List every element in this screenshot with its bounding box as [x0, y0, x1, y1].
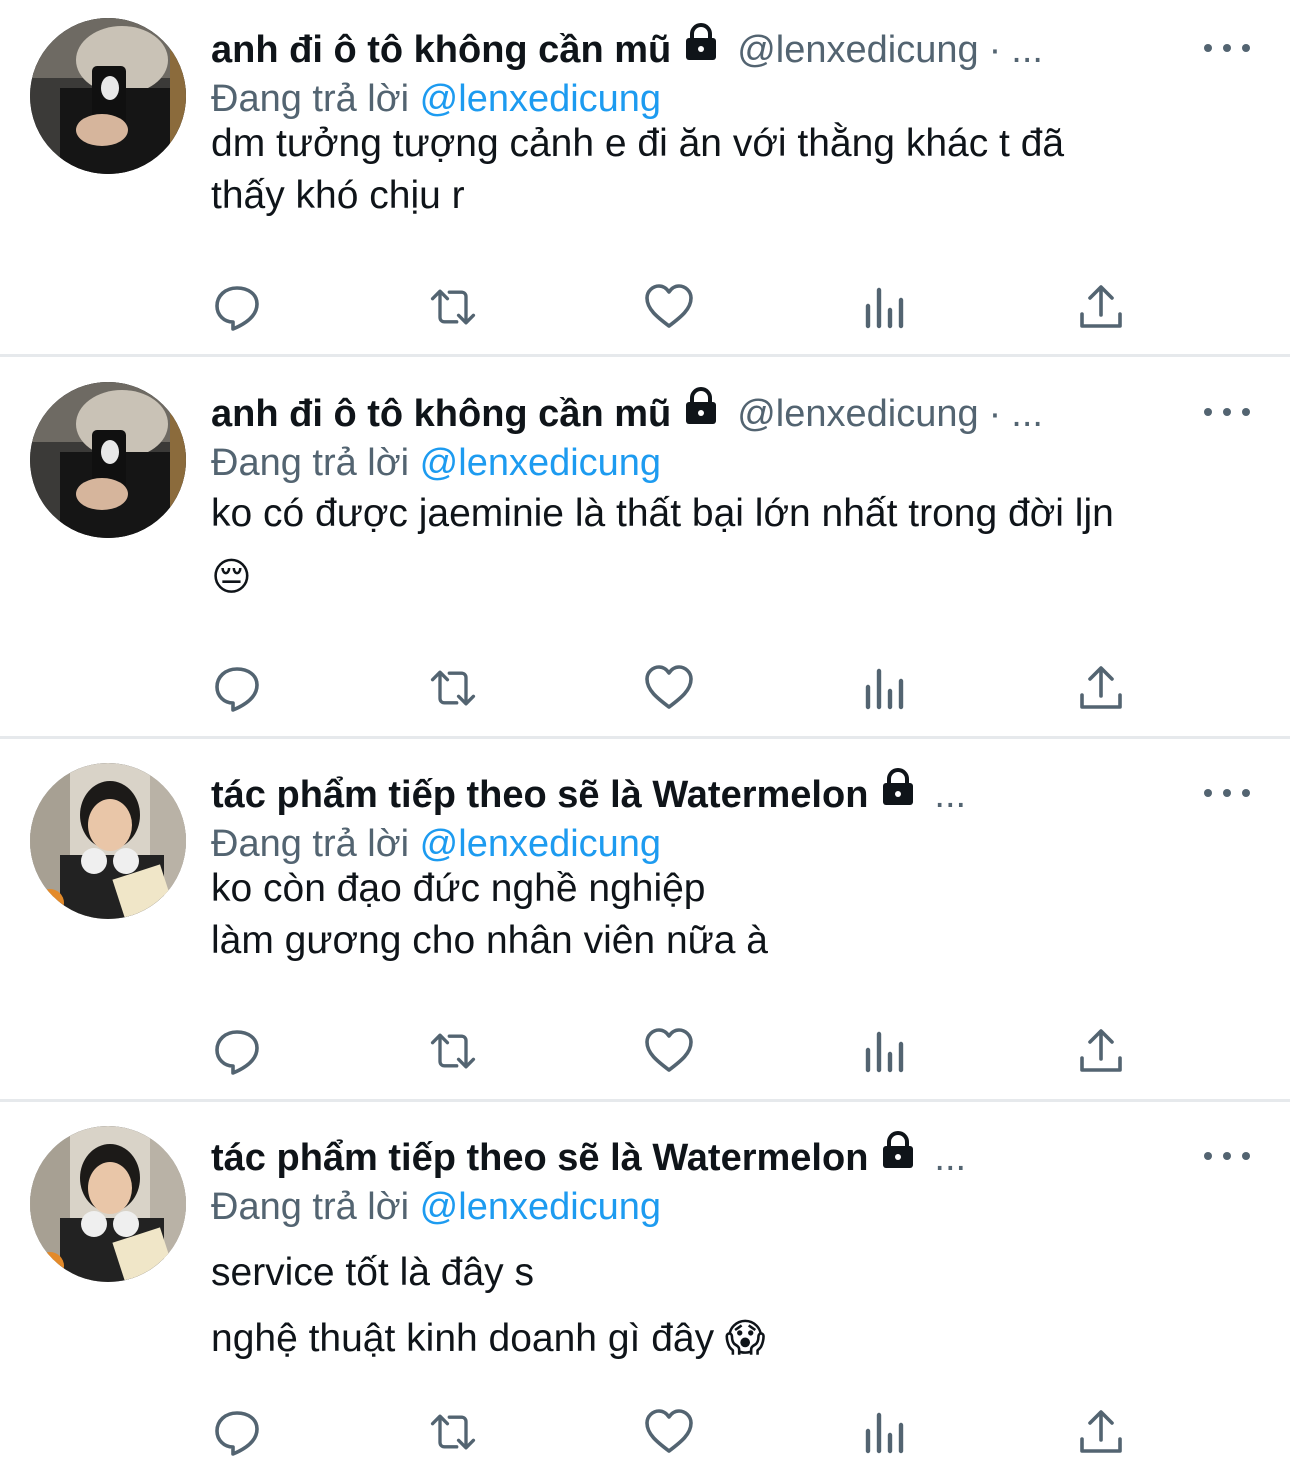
avatar[interactable] — [30, 18, 186, 174]
tweet-text-line: thấy khó chịu r — [211, 174, 465, 217]
reply-icon[interactable] — [211, 663, 263, 713]
reply-icon[interactable] — [211, 1026, 263, 1076]
like-icon[interactable] — [643, 1026, 695, 1076]
reply-icon[interactable] — [211, 282, 263, 332]
lock-icon — [878, 1130, 918, 1186]
analytics-icon[interactable] — [859, 1026, 911, 1076]
tweet-feed: anh đi ô tô không cần mũ @lenxedicung · … — [0, 0, 1290, 1481]
display-name[interactable]: tác phẩm tiếp theo sẽ là Watermelon — [211, 1130, 868, 1186]
tweet-text-line: dm tưởng tượng cảnh e đi ăn với thằng kh… — [211, 122, 1065, 165]
avatar[interactable] — [30, 382, 186, 538]
like-icon[interactable] — [643, 663, 695, 713]
replying-to: Đang trả lời @lenxedicung — [211, 438, 661, 488]
more-icon[interactable] — [1204, 392, 1250, 432]
avatar[interactable] — [30, 1126, 186, 1282]
screaming-emoji: 😱 — [724, 1317, 766, 1360]
tweet-text: ko có được jaeminie là thất bại lớn nhất… — [211, 482, 1250, 610]
tweet[interactable]: anh đi ô tô không cần mũ @lenxedicung · … — [0, 364, 1290, 738]
share-icon[interactable] — [1075, 282, 1127, 332]
more-icon[interactable] — [1204, 1136, 1250, 1176]
tweet-divider — [0, 354, 1290, 357]
tweet-text-line: 😔 — [211, 546, 1250, 610]
retweet-icon[interactable] — [427, 282, 479, 332]
truncation-ellipsis: ... — [1011, 393, 1043, 435]
tweet-divider — [0, 736, 1290, 739]
truncation-ellipsis: ... — [934, 1137, 967, 1179]
tweet-text: ko còn đạo đức nghề nghiệp làm gương cho… — [211, 863, 1250, 967]
tweet-actions — [211, 1407, 1131, 1457]
avatar[interactable] — [30, 763, 186, 919]
tweet-header: anh đi ô tô không cần mũ @lenxedicung · … — [211, 22, 1130, 78]
tweet[interactable]: tác phẩm tiếp theo sẽ là Watermelon ... … — [0, 745, 1290, 1101]
user-handle[interactable]: @lenxedicung — [737, 386, 978, 442]
tweet-actions — [211, 663, 1131, 713]
share-icon[interactable] — [1075, 1407, 1127, 1457]
like-icon[interactable] — [643, 1407, 695, 1457]
display-name[interactable]: anh đi ô tô không cần mũ — [211, 386, 671, 442]
tweet-text-line: service tốt là đây s — [211, 1251, 534, 1294]
tweet-text-line: làm gương cho nhân viên nữa à — [211, 919, 768, 962]
retweet-icon[interactable] — [427, 1026, 479, 1076]
pensive-emoji: 😔 — [211, 556, 252, 599]
separator-dot: · — [988, 29, 1002, 71]
tweet-text-line: ko còn đạo đức nghề nghiệp — [211, 867, 706, 910]
analytics-icon[interactable] — [859, 282, 911, 332]
reply-mention-link[interactable]: @lenxedicung — [420, 442, 661, 484]
lock-icon — [878, 767, 918, 823]
tweet-header: tác phẩm tiếp theo sẽ là Watermelon ... — [211, 1130, 1130, 1186]
tweet-actions — [211, 1026, 1131, 1076]
truncation-ellipsis: ... — [934, 774, 967, 816]
tweet-header: tác phẩm tiếp theo sẽ là Watermelon ... — [211, 767, 1130, 823]
user-handle[interactable]: @lenxedicung — [737, 22, 978, 78]
analytics-icon[interactable] — [859, 1407, 911, 1457]
reply-mention-link[interactable]: @lenxedicung — [420, 823, 661, 865]
tweet-text: service tốt là đây s nghệ thuật kinh doa… — [211, 1240, 1250, 1372]
like-icon[interactable] — [643, 282, 695, 332]
tweet-actions — [211, 282, 1131, 332]
replying-to: Đang trả lời @lenxedicung — [211, 74, 661, 124]
display-name[interactable]: tác phẩm tiếp theo sẽ là Watermelon — [211, 767, 868, 823]
reply-prefix: Đang trả lời — [211, 1186, 410, 1228]
analytics-icon[interactable] — [859, 663, 911, 713]
more-icon[interactable] — [1204, 773, 1250, 813]
reply-mention-link[interactable]: @lenxedicung — [420, 78, 661, 120]
reply-prefix: Đang trả lời — [211, 78, 410, 120]
share-icon[interactable] — [1075, 1026, 1127, 1076]
lock-icon — [681, 386, 721, 442]
display-name[interactable]: anh đi ô tô không cần mũ — [211, 22, 671, 78]
lock-icon — [681, 22, 721, 78]
tweet-header: anh đi ô tô không cần mũ @lenxedicung · … — [211, 386, 1130, 442]
replying-to: Đang trả lời @lenxedicung — [211, 819, 661, 869]
reply-prefix: Đang trả lời — [211, 442, 410, 484]
tweet-divider — [0, 1099, 1290, 1102]
truncation-ellipsis: ... — [1011, 29, 1043, 71]
tweet[interactable]: tác phẩm tiếp theo sẽ là Watermelon ... … — [0, 1108, 1290, 1481]
reply-mention-link[interactable]: @lenxedicung — [420, 1186, 661, 1228]
separator-dot: · — [988, 393, 1002, 435]
tweet-text: dm tưởng tượng cảnh e đi ăn với thằng kh… — [211, 118, 1250, 222]
reply-icon[interactable] — [211, 1407, 263, 1457]
retweet-icon[interactable] — [427, 663, 479, 713]
reply-prefix: Đang trả lời — [211, 823, 410, 865]
tweet-text-line: ko có được jaeminie là thất bại lớn nhất… — [211, 492, 1114, 535]
tweet[interactable]: anh đi ô tô không cần mũ @lenxedicung · … — [0, 0, 1290, 356]
tweet-text-line: nghệ thuật kinh doanh gì đây 😱 — [211, 1317, 766, 1360]
more-icon[interactable] — [1204, 28, 1250, 68]
retweet-icon[interactable] — [427, 1407, 479, 1457]
replying-to: Đang trả lời @lenxedicung — [211, 1182, 661, 1232]
share-icon[interactable] — [1075, 663, 1127, 713]
